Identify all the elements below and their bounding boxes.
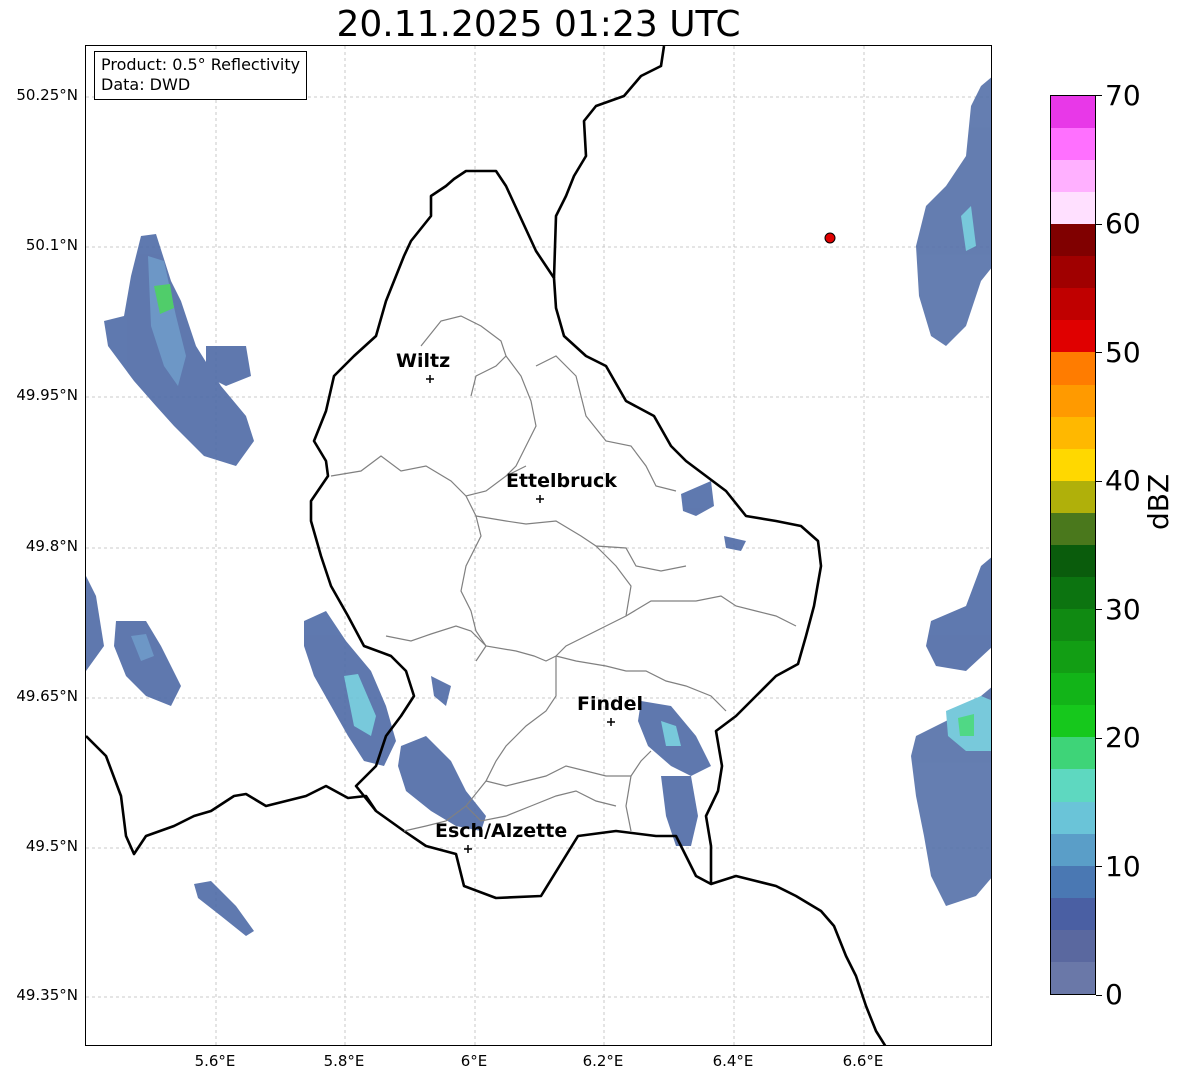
colorbar-segment-10	[1051, 641, 1095, 674]
colorbar-tick-10: 10	[1105, 850, 1141, 883]
lat-label-49-5: 49.5°N	[25, 837, 78, 855]
colorbar-segment-20	[1051, 320, 1095, 353]
echo-cluster-ne-border	[681, 481, 714, 516]
colorbar-segment-26	[1051, 127, 1095, 160]
lat-label-49-8: 49.8°N	[25, 537, 78, 555]
colorbar-segment-23	[1051, 224, 1095, 257]
colorbar-tick-20: 20	[1105, 721, 1141, 754]
echo-cluster-w	[86, 576, 104, 671]
colorbar-segment-17	[1051, 416, 1095, 449]
echo-cluster-sw	[194, 881, 254, 936]
colorbar-tickmark-50	[1096, 352, 1102, 353]
colorbar-segment-4	[1051, 833, 1095, 866]
border-france-west	[86, 735, 378, 856]
lat-label-49-65: 49.65°N	[16, 687, 78, 705]
lat-label-50-1: 50.1°N	[25, 236, 78, 254]
colorbar-segment-12	[1051, 576, 1095, 610]
echo-cluster-mid-e	[724, 536, 746, 551]
colorbar-segment-15	[1051, 480, 1095, 513]
radar-map[interactable]	[85, 45, 992, 1046]
echo-cluster-e-mid	[926, 557, 991, 671]
colorbar-segment-0	[1051, 961, 1095, 994]
lat-label-49-35: 49.35°N	[16, 986, 78, 1004]
info-source: Data: DWD	[101, 75, 191, 94]
colorbar-tickmark-30	[1096, 609, 1102, 610]
colorbar-tickmark-0	[1096, 995, 1102, 996]
colorbar-tick-0: 0	[1105, 978, 1123, 1011]
border-luxembourg	[309, 169, 823, 900]
lon-label-5-6: 5.6°E	[194, 1052, 236, 1070]
lat-label-50-25: 50.25°N	[16, 86, 78, 104]
colorbar-segment-6	[1051, 769, 1095, 802]
radar-echoes	[86, 77, 991, 936]
radar-site-marker	[824, 232, 836, 244]
colorbar-segment-3	[1051, 865, 1095, 898]
info-box: Product: 0.5° Reflectivity Data: DWD	[94, 51, 308, 100]
colorbar-label: dBZ	[1142, 473, 1175, 530]
lon-label-6-6: 6.6°E	[842, 1052, 884, 1070]
colorbar-tick-40: 40	[1105, 464, 1141, 497]
colorbar-segment-16	[1051, 448, 1095, 481]
colorbar-tickmark-20	[1096, 738, 1102, 739]
city-label-esch: Esch/Alzette	[435, 820, 568, 842]
colorbar-segment-18	[1051, 384, 1095, 417]
lat-label-49-95: 49.95°N	[16, 386, 78, 404]
colorbar-segment-8	[1051, 705, 1095, 738]
lon-label-6-4: 6.4°E	[712, 1052, 754, 1070]
colorbar-segment-14	[1051, 512, 1095, 545]
colorbar	[1050, 95, 1096, 995]
echo-band-south-3	[431, 676, 451, 706]
echo-cluster-w-2	[114, 621, 181, 706]
colorbar-segment-21	[1051, 288, 1095, 321]
colorbar-segment-25	[1051, 159, 1095, 193]
colorbar-segment-11	[1051, 609, 1095, 642]
colorbar-segment-13	[1051, 544, 1095, 577]
colorbar-segment-5	[1051, 801, 1095, 834]
info-product: Product: 0.5° Reflectivity	[101, 55, 301, 74]
colorbar-tick-70: 70	[1105, 79, 1141, 112]
colorbar-tickmark-40	[1096, 481, 1102, 482]
colorbar-segment-7	[1051, 737, 1095, 770]
colorbar-segment-2	[1051, 897, 1095, 930]
echo-band-south-2	[398, 736, 486, 831]
colorbar-tick-50: 50	[1105, 336, 1141, 369]
colorbar-tickmark-10	[1096, 866, 1102, 867]
echo-cluster-e-north	[916, 77, 991, 346]
map-title: 20.11.2025 01:23 UTC	[336, 4, 741, 45]
colorbar-tick-30: 30	[1105, 593, 1141, 626]
lon-label-6-2: 6.2°E	[582, 1052, 624, 1070]
city-label-findel: Findel	[577, 693, 644, 715]
colorbar-tick-60: 60	[1105, 207, 1141, 240]
colorbar-tickmark-70	[1096, 95, 1102, 96]
colorbar-tickmark-60	[1096, 224, 1102, 225]
lon-label-5-8: 5.8°E	[323, 1052, 365, 1070]
colorbar-segment-9	[1051, 673, 1095, 706]
map-canvas	[86, 46, 991, 1045]
border-germany-north	[552, 46, 666, 279]
colorbar-segment-22	[1051, 256, 1095, 289]
city-label-wiltz: Wiltz	[396, 350, 451, 372]
colorbar-segment-19	[1051, 352, 1095, 385]
lon-label-6: 6°E	[460, 1052, 488, 1070]
colorbar-segment-27	[1051, 95, 1095, 128]
city-label-ettelbruck: Ettelbruck	[506, 470, 617, 492]
colorbar-segment-1	[1051, 929, 1095, 962]
colorbar-segment-24	[1051, 192, 1095, 225]
border-germany-south	[710, 874, 887, 1045]
